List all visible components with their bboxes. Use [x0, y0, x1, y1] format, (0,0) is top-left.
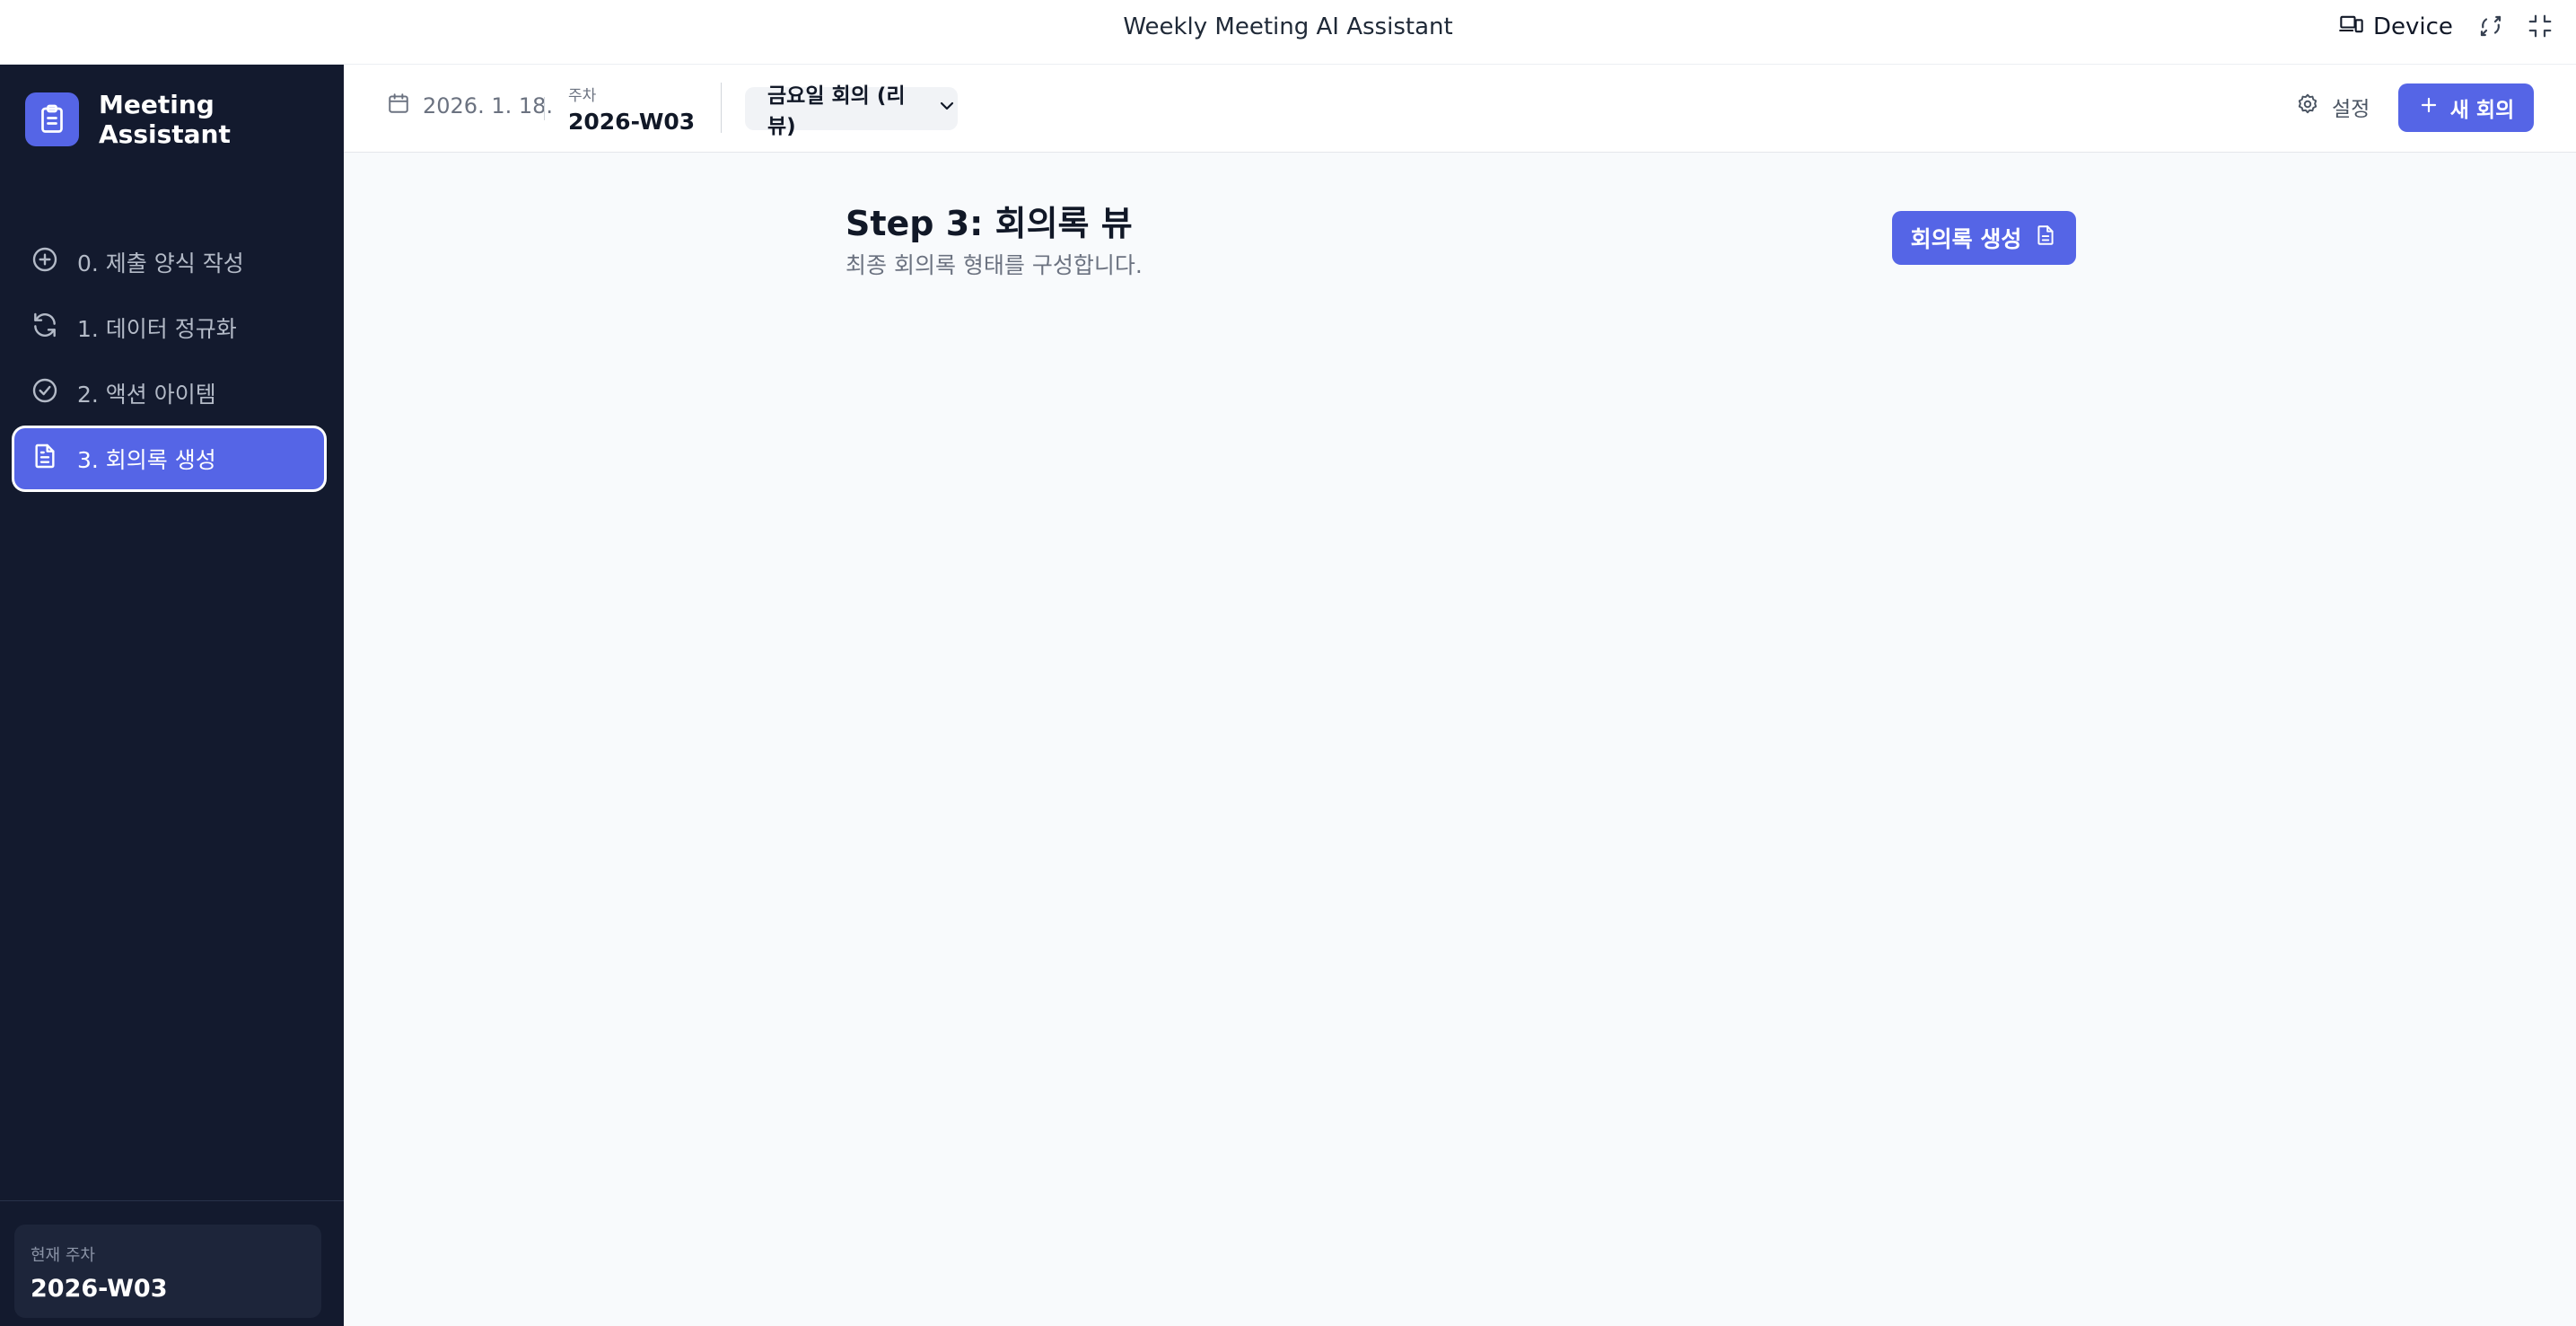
chevron-down-icon [936, 95, 958, 122]
brand[interactable]: Meeting Assistant [25, 90, 233, 149]
sidebar-item-minutes-generation[interactable]: 3. 회의록 생성 [14, 428, 324, 489]
plus-circle-icon [31, 245, 59, 279]
week-display: 주차 2026-W03 [568, 83, 695, 135]
rotate-icon[interactable] [2477, 13, 2504, 40]
exit-fullscreen-icon[interactable] [2527, 13, 2554, 40]
current-week-value: 2026-W03 [31, 1275, 168, 1303]
refresh-icon [31, 311, 59, 345]
sidebar-item-data-normalization[interactable]: 1. 데이터 정규화 [14, 297, 324, 358]
window-titlebar: Weekly Meeting AI Assistant Device [0, 0, 2576, 65]
step-nav: 0. 제출 양식 작성 1. 데이터 정규화 2. 액션 아이템 3. 회의록 … [14, 232, 324, 494]
meeting-select[interactable]: 금요일 회의 (리뷰) [745, 84, 958, 138]
new-meeting-label: 새 회의 [2449, 99, 2515, 122]
header-divider [544, 97, 545, 120]
sidebar-item-label: 3. 회의록 생성 [77, 447, 216, 473]
current-week-card: 현재 주차 2026-W03 [14, 1225, 321, 1318]
page-title: Step 3: 회의록 뷰 [846, 204, 1133, 243]
sidebar-item-label: 1. 데이터 정규화 [77, 316, 237, 342]
sidebar-item-submission-form[interactable]: 0. 제출 양식 작성 [14, 232, 324, 293]
plus-icon [2418, 94, 2440, 121]
device-button[interactable]: Device [2339, 11, 2453, 43]
generate-minutes-label: 회의록 생성 [1910, 226, 2022, 252]
document-icon [31, 442, 59, 476]
sidebar: Meeting Assistant 0. 제출 양식 작성 1. 데이터 정규화… [0, 65, 344, 1326]
device-label: Device [2373, 13, 2453, 40]
week-label: 주차 [568, 87, 597, 105]
check-circle-icon [31, 376, 59, 410]
sidebar-item-action-items[interactable]: 2. 액션 아이템 [14, 363, 324, 424]
main-content: Step 3: 회의록 뷰 최종 회의록 형태를 구성합니다. 회의록 생성 [344, 153, 2576, 1326]
gear-icon [2296, 92, 2319, 121]
clipboard-icon [25, 92, 79, 146]
document-icon [2034, 224, 2057, 252]
sidebar-item-label: 2. 액션 아이템 [77, 382, 216, 408]
date-text: 2026. 1. 18. [423, 93, 554, 119]
device-icon [2339, 12, 2364, 43]
sidebar-divider [0, 1200, 344, 1201]
sidebar-item-label: 0. 제출 양식 작성 [77, 250, 244, 277]
header-divider [721, 83, 722, 133]
date-display: 2026. 1. 18. [387, 92, 553, 120]
meeting-select-value: 금요일 회의 (리뷰) [767, 84, 906, 138]
new-meeting-button[interactable]: 새 회의 [2398, 83, 2534, 132]
brand-name: Meeting Assistant [99, 90, 231, 149]
window-title: Weekly Meeting AI Assistant [1123, 13, 1453, 40]
settings-label: 설정 [2332, 98, 2370, 121]
calendar-icon [387, 92, 410, 120]
header: 2026. 1. 18. 주차 2026-W03 금요일 회의 (리뷰) 설정 … [344, 65, 2576, 153]
generate-minutes-button[interactable]: 회의록 생성 [1892, 211, 2076, 265]
current-week-label: 현재 주차 [31, 1246, 95, 1265]
week-value: 2026-W03 [568, 109, 696, 135]
settings-button[interactable]: 설정 [2296, 92, 2370, 122]
page-subtitle: 최종 회의록 형태를 구성합니다. [846, 252, 1143, 278]
